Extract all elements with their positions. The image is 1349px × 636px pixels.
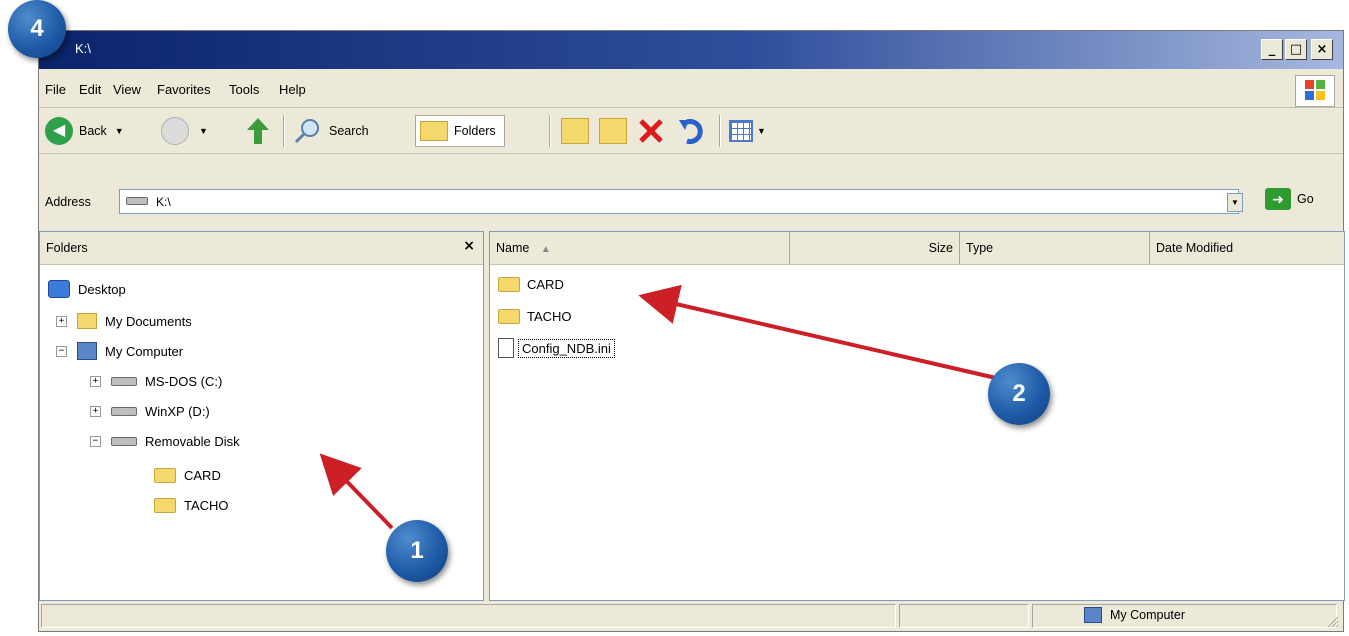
step-2-badge: 2 [988,363,1050,425]
annotation-arrow-1 [319,453,394,530]
step-4-badge: 4 [8,0,66,58]
annotation-arrows [319,284,997,530]
annotation-arrow-2 [638,284,997,380]
step-1-badge: 1 [386,520,448,582]
